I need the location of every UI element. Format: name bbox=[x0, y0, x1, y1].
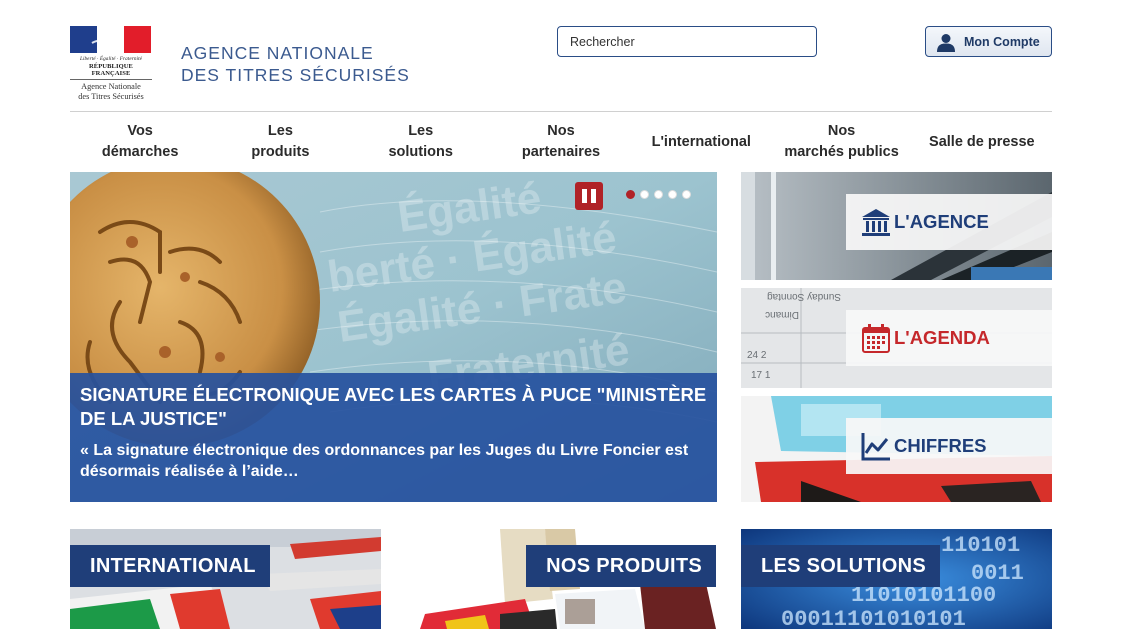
tile-agence-text: L'AGENCE bbox=[894, 211, 989, 232]
tile-chiffres[interactable]: CHIFFRES bbox=[741, 396, 1052, 502]
pause-button[interactable] bbox=[575, 182, 603, 210]
nav-marches-publics[interactable]: Nos marchés publics bbox=[771, 112, 911, 172]
svg-text:24 2: 24 2 bbox=[747, 350, 767, 361]
site-title-line1: AGENCE NATIONALE bbox=[181, 43, 374, 63]
slide-text: « La signature électronique des ordonnan… bbox=[80, 442, 689, 480]
svg-text:Dimanc: Dimanc bbox=[765, 309, 799, 320]
bottom-tile-international[interactable]: INTERNATIONAL bbox=[70, 529, 381, 629]
slide-dot-4[interactable] bbox=[668, 190, 677, 199]
marianne-icon bbox=[91, 34, 122, 51]
bottom-tile-produits[interactable]: NOS PRODUITS bbox=[405, 529, 716, 629]
svg-text:00011101010101: 00011101010101 bbox=[781, 607, 966, 629]
bottom-tile-international-label: INTERNATIONAL bbox=[70, 545, 270, 587]
nav-salle-de-presse[interactable]: Salle de presse bbox=[912, 112, 1052, 172]
slide-title: SIGNATURE ÉLECTRONIQUE AVEC LES CARTES À… bbox=[80, 384, 707, 429]
nav-les-produits[interactable]: Les produits bbox=[210, 112, 350, 172]
republic-name: RÉPUBLIQUE FRANÇAISE bbox=[70, 63, 152, 80]
tile-agenda-label: L'AGENDA bbox=[846, 310, 1052, 366]
slider-pagination bbox=[626, 190, 691, 199]
republic-motto: Liberté · Égalité · Fraternité bbox=[79, 56, 143, 62]
nav-international[interactable]: L'international bbox=[631, 112, 771, 172]
svg-text:Sunday Sonntag: Sunday Sonntag bbox=[767, 291, 841, 302]
slide-dot-2[interactable] bbox=[640, 190, 649, 199]
site-title-line2: DES TITRES SÉCURISÉS bbox=[181, 65, 410, 85]
bottom-tile-solutions[interactable]: 110101 0011 11010101100 00011101010101 L… bbox=[741, 529, 1052, 629]
logo-agency-name: Agence Nationale des Titres Sécurisés bbox=[70, 82, 152, 102]
tricolor-flag bbox=[70, 26, 151, 53]
nav-vos-demarches[interactable]: Vos démarches bbox=[70, 112, 210, 172]
tile-agence[interactable]: L'AGENCE bbox=[741, 172, 1052, 280]
slide-dot-5[interactable] bbox=[682, 190, 691, 199]
republique-francaise-logo[interactable]: Liberté · Égalité · Fraternité RÉPUBLIQU… bbox=[70, 26, 152, 102]
institution-icon bbox=[862, 209, 890, 236]
logo-agency-line2: des Titres Sécurisés bbox=[78, 92, 144, 101]
pause-icon-bar bbox=[582, 189, 587, 203]
slide-dot-1[interactable] bbox=[626, 190, 635, 199]
bottom-tile-produits-label: NOS PRODUITS bbox=[526, 545, 716, 587]
logo-agency-line1: Agence Nationale bbox=[81, 82, 141, 91]
tile-chiffres-text: CHIFFRES bbox=[894, 435, 987, 456]
hero-slider[interactable]: Égalité berté · Égalité Égalité · Frate … bbox=[70, 172, 717, 502]
site-title[interactable]: AGENCE NATIONALE DES TITRES SÉCURISÉS bbox=[181, 42, 410, 86]
tile-agenda[interactable]: Dimanc Sunday Sonntag 24 2 17 1 L'AGENDA bbox=[741, 288, 1052, 388]
account-button[interactable]: Mon Compte bbox=[925, 26, 1052, 57]
svg-text:17 1: 17 1 bbox=[751, 370, 771, 381]
tile-agence-label: L'AGENCE bbox=[846, 194, 1052, 250]
account-label: Mon Compte bbox=[964, 34, 1040, 49]
nav-nos-partenaires[interactable]: Nos partenaires bbox=[491, 112, 631, 172]
slide-dot-3[interactable] bbox=[654, 190, 663, 199]
bottom-tile-solutions-label: LES SOLUTIONS bbox=[741, 545, 941, 587]
calendar-icon bbox=[862, 324, 890, 353]
chart-icon bbox=[861, 433, 890, 461]
search-input[interactable] bbox=[557, 26, 817, 57]
main-nav: Vos démarches Les produits Les solutions No… bbox=[70, 112, 1052, 172]
slide-caption[interactable]: SIGNATURE ÉLECTRONIQUE AVEC LES CARTES À… bbox=[70, 373, 717, 502]
user-icon bbox=[937, 33, 955, 52]
tile-agenda-text: L'AGENDA bbox=[894, 327, 990, 348]
pause-icon-bar bbox=[591, 189, 596, 203]
nav-les-solutions[interactable]: Les solutions bbox=[351, 112, 491, 172]
tile-chiffres-label: CHIFFRES bbox=[846, 418, 1052, 474]
svg-text:110101: 110101 bbox=[941, 533, 1020, 558]
